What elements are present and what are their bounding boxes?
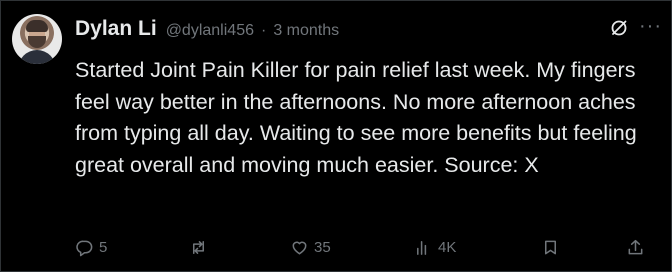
- bookmark-button[interactable]: [541, 235, 560, 259]
- avatar-beard: [28, 36, 46, 48]
- author-handle[interactable]: @dylanli456: [166, 22, 254, 40]
- avatar-hair: [26, 20, 48, 32]
- repost-button[interactable]: [189, 235, 213, 259]
- like-button[interactable]: 35: [290, 235, 331, 259]
- avatar[interactable]: [12, 14, 62, 64]
- post-timestamp[interactable]: 3 months: [273, 22, 339, 40]
- like-icon: [292, 241, 307, 254]
- share-button[interactable]: [626, 235, 645, 259]
- post-header: Dylan Li @dylanli456 · 3 months: [75, 17, 339, 43]
- views-button[interactable]: 4K: [414, 235, 456, 259]
- like-count: 35: [314, 238, 331, 256]
- action-bar: 5 35 4K: [1, 235, 672, 259]
- author-name[interactable]: Dylan Li: [75, 17, 157, 41]
- reply-button[interactable]: 5: [75, 235, 107, 259]
- reply-icon: [76, 240, 93, 256]
- more-icon[interactable]: ···: [639, 16, 662, 36]
- bookmark-icon: [544, 240, 557, 254]
- post-text: Started Joint Pain Killer for pain relie…: [75, 58, 637, 177]
- repost-icon: [192, 240, 205, 254]
- reply-count: 5: [99, 238, 108, 256]
- views-count: 4K: [438, 238, 457, 256]
- grok-icon[interactable]: [609, 18, 629, 38]
- post-card[interactable]: Dylan Li @dylanli456 · 3 months ··· Star…: [0, 0, 672, 272]
- share-icon: [628, 239, 643, 254]
- meta-separator: ·: [260, 22, 267, 39]
- views-icon: [417, 240, 427, 255]
- avatar-shirt: [18, 50, 56, 64]
